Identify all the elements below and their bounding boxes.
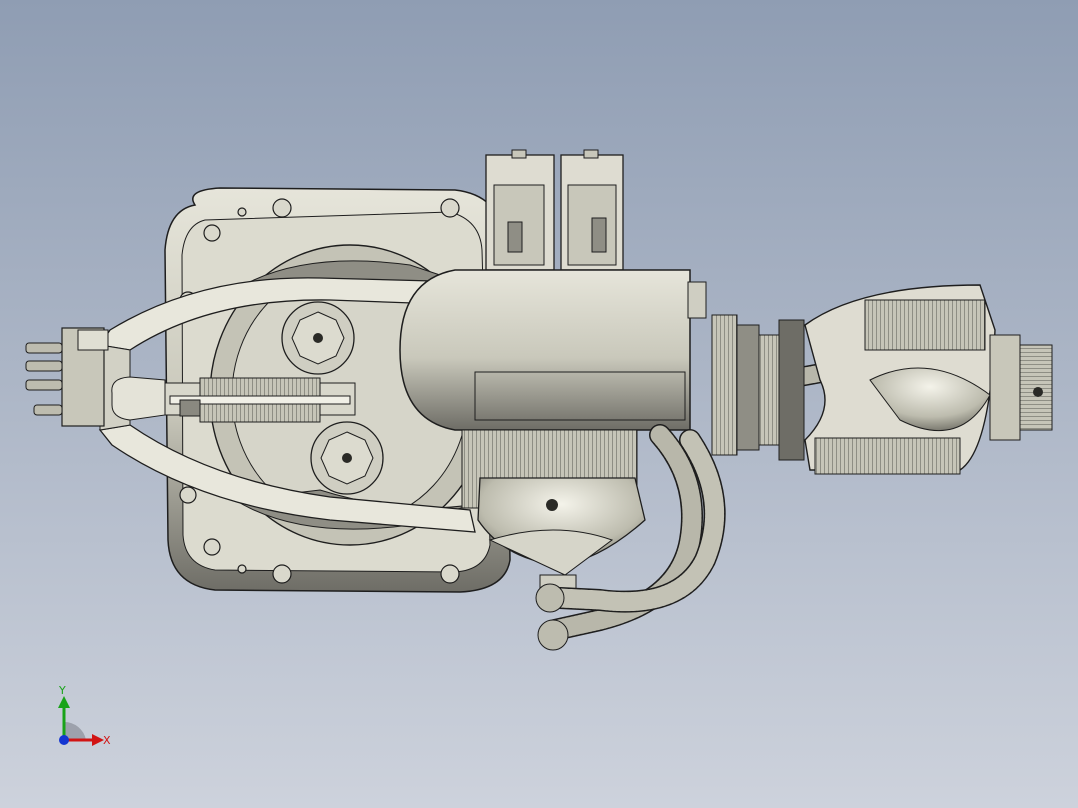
triad-y-label: Y [58, 684, 66, 697]
guide-rod-assembly[interactable] [164, 377, 356, 423]
cad-graphics-viewport[interactable]: Y X [0, 0, 1078, 808]
triad-x-label: X [103, 734, 111, 747]
end-flange[interactable] [989, 334, 1053, 441]
wrist-head[interactable] [804, 284, 996, 475]
servo-motor-2[interactable] [560, 149, 624, 271]
upper-gear[interactable] [281, 301, 355, 375]
upper-arm-housing[interactable] [399, 269, 707, 431]
z-axis-point [59, 735, 69, 745]
model-view[interactable]: Y X [0, 0, 1078, 808]
servo-motor-1[interactable] [485, 149, 555, 271]
lower-gear[interactable] [310, 421, 384, 495]
forearm-coupling[interactable] [711, 314, 805, 461]
